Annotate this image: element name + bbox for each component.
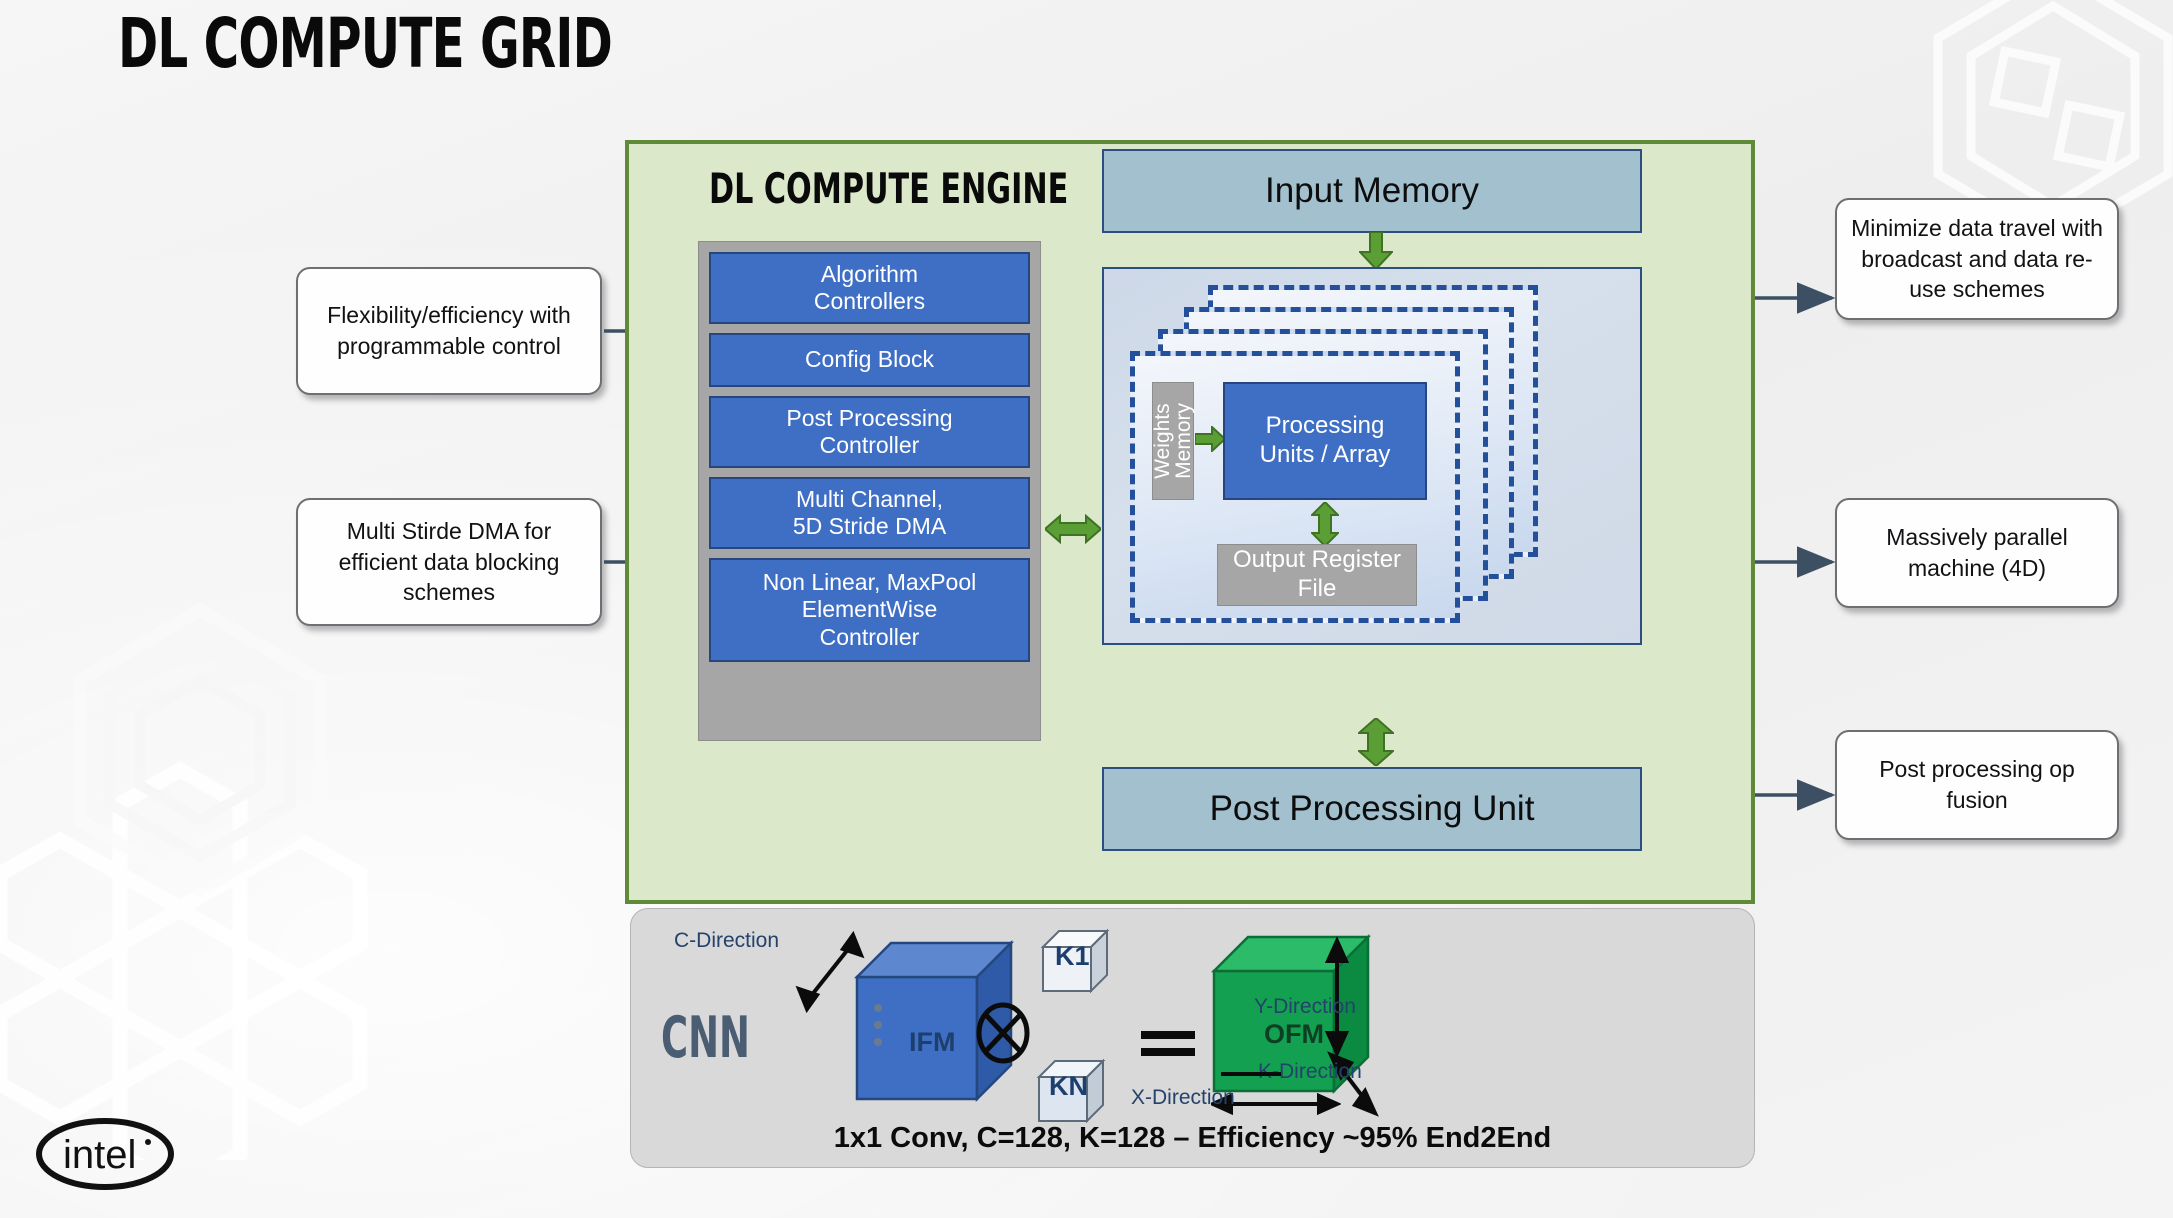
output-register-file-block[interactable]: Output Register File: [1217, 544, 1417, 606]
equals-icon: [1141, 1031, 1195, 1056]
cnn-caption: 1x1 Conv, C=128, K=128 – Efficiency ~95%…: [833, 1122, 1552, 1154]
callout-minimize-data-travel: Minimize data travel with broadcast and …: [1835, 198, 2119, 320]
green-arrow-vertical-ppu-icon: [1358, 718, 1394, 766]
processing-units-array-block[interactable]: Processing Units / Array: [1223, 382, 1427, 500]
green-arrow-vertical-icon: [1311, 502, 1339, 546]
algorithm-controllers-block[interactable]: Algorithm Controllers: [709, 252, 1030, 324]
post-processing-unit-block[interactable]: Post Processing Unit: [1102, 767, 1642, 851]
svg-text:intel: intel: [63, 1133, 136, 1177]
config-block[interactable]: Config Block: [709, 333, 1030, 387]
k1-label: K1: [1055, 941, 1090, 971]
non-linear-maxpool-block[interactable]: Non Linear, MaxPool ElementWise Controller: [709, 558, 1030, 662]
x-direction-arrow-icon: [1221, 1072, 1281, 1076]
processing-array-panel: Weights Memory Processing Units / Array Ou…: [1102, 267, 1642, 645]
post-processing-controller-block[interactable]: Post Processing Controller: [709, 396, 1030, 468]
ofm-label: OFM: [1264, 1019, 1324, 1049]
kernel-ellipsis-icon: [874, 995, 882, 1055]
weights-memory-block[interactable]: Weights Memory: [1151, 382, 1195, 500]
green-arrow-horizontal-icon: [1045, 513, 1101, 545]
c-direction-label: C-Direction: [674, 929, 780, 952]
cnn-illustration-panel: CNN C-Direction IFM K1 KN OFM Y-Directio…: [630, 908, 1755, 1168]
intel-logo: intel: [36, 1118, 174, 1190]
callout-massively-parallel: Massively parallel machine (4D): [1835, 498, 2119, 608]
dimension-arrows: [1324, 936, 1379, 1117]
engine-title: DL COMPUTE ENGINE: [709, 164, 1069, 213]
weights-memory-label: Weights Memory: [1151, 403, 1195, 479]
multi-channel-dma-block[interactable]: Multi Channel, 5D Stride DMA: [709, 477, 1030, 549]
cnn-label: CNN: [661, 1005, 750, 1071]
callout-post-processing-fusion: Post processing op fusion: [1835, 730, 2119, 840]
callout-flexibility: Flexibility/efficiency with programmable…: [296, 267, 602, 395]
green-arrow-right-icon: [1195, 426, 1225, 452]
callout-multi-stride-dma: Multi Stirde DMA for efficient data bloc…: [296, 498, 602, 626]
dl-compute-engine-container: DL COMPUTE ENGINE Algorithm Controllers C…: [625, 140, 1755, 904]
input-memory-block[interactable]: Input Memory: [1102, 149, 1642, 233]
conv-operator-icon: [976, 1002, 1030, 1064]
slide-root: DL COMPUTE GRID Flexibility/efficiency w…: [0, 0, 2173, 1218]
page-title: DL COMPUTE GRID: [118, 4, 613, 84]
kn-label: KN: [1049, 1071, 1088, 1101]
green-arrow-down-icon: [1359, 232, 1393, 270]
x-direction-label: X-Direction: [1131, 1086, 1235, 1109]
pu-layer-1-front: Weights Memory Processing Units / Array Ou…: [1130, 351, 1460, 623]
ifm-label: IFM: [909, 1027, 956, 1057]
hexagon-watermark-left-icon: [0, 600, 430, 1160]
controller-stack: Algorithm Controllers Config Block Post P…: [698, 241, 1041, 741]
y-direction-label: Y-Direction: [1254, 995, 1356, 1018]
